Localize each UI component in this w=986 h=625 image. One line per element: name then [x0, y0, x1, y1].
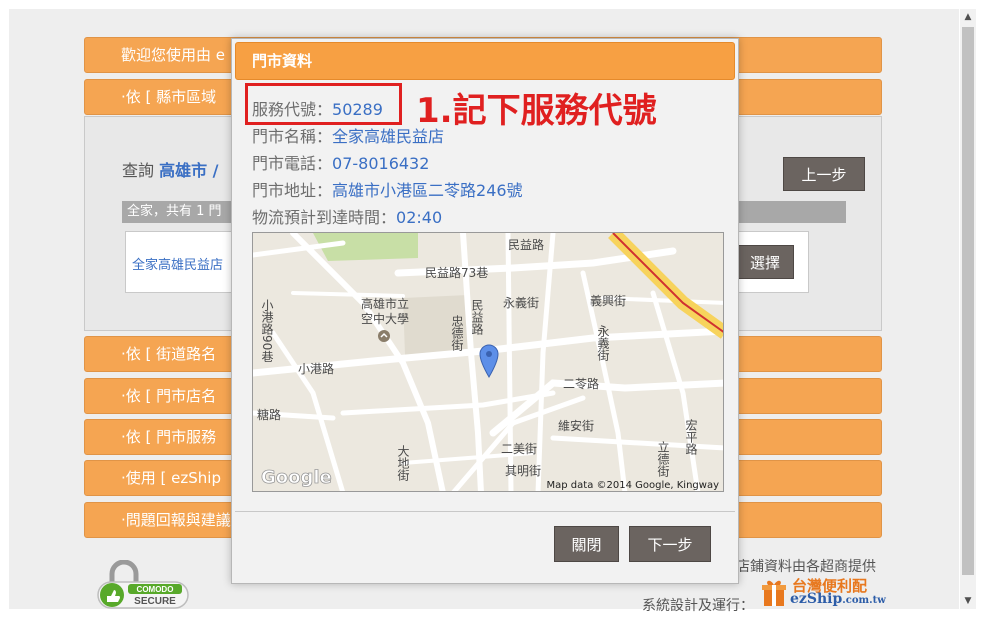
scroll-up-arrow-icon[interactable]: ▲	[960, 9, 976, 25]
map-label-yixing: 義興街	[590, 293, 626, 308]
store-address-label: 門市地址：	[252, 181, 333, 200]
store-phone-value: 07-8016432	[332, 154, 430, 173]
map-canvas[interactable]: 民益路73巷 民益路 高雄市立 空中大學 永義街 義興街 小港路 二苓路 維安街…	[253, 233, 724, 492]
store-phone-line: 門市電話：07-8016432	[252, 150, 429, 174]
map-label-zhongde: 忠德街	[450, 315, 464, 351]
footer-design-text: 系統設計及運行：	[642, 598, 754, 614]
service-code-highlight-box	[245, 83, 402, 125]
map-label-q-mei: 二美街	[501, 442, 537, 456]
map-label-qiming: 其明街	[505, 464, 541, 478]
ezship-logo-text: ezShip.com.tw	[790, 591, 886, 607]
store-address-value: 高雄市小港區二苓路246號	[332, 181, 523, 200]
store-name-label: 門市名稱：	[252, 127, 333, 146]
scroll-down-arrow-icon[interactable]: ▼	[960, 593, 976, 609]
service-code-annotation: 1.記下服務代號	[416, 91, 657, 131]
prev-step-button[interactable]: 上一步	[783, 157, 865, 191]
query-text: 查詢	[122, 161, 155, 180]
eta-label: 物流預計到達時間：	[252, 208, 397, 227]
store-result-link[interactable]: 全家高雄民益店	[132, 254, 223, 273]
query-city[interactable]: 高雄市 /	[159, 161, 218, 180]
google-logo[interactable]: Google	[261, 467, 333, 489]
store-location-map[interactable]: 民益路73巷 民益路 高雄市立 空中大學 永義街 義興街 小港路 二苓路 維安街…	[252, 232, 724, 492]
map-label-hongping: 宏平路	[684, 418, 698, 456]
next-step-button[interactable]: 下一步	[629, 526, 711, 562]
map-label-tang-road: 糖路	[257, 407, 281, 422]
comodo-bottom-text: SECURE	[134, 596, 176, 607]
map-label-minyi-vert: 民益路	[470, 299, 484, 336]
store-address-line: 門市地址：高雄市小港區二苓路246號	[252, 177, 523, 201]
map-label-minyi73: 民益路73巷	[425, 265, 488, 280]
map-label-yongyi: 永義街	[503, 295, 539, 310]
map-label-lixi: 立德街	[656, 440, 670, 477]
map-label-lane-90: 小港路90巷	[260, 299, 274, 363]
ezship-logo-domain: .com.tw	[842, 595, 886, 606]
vertical-scrollbar[interactable]: ▲ ▼	[960, 9, 976, 609]
map-label-yongyi-vert: 永義街	[596, 325, 610, 361]
store-info-dialog: 門市資料 服務代號：50289 門市名稱：全家高雄民益店 門市電話：07-801…	[231, 38, 739, 584]
comodo-top-text: COMODO	[137, 585, 174, 594]
school-marker-icon	[378, 330, 390, 342]
dialog-title: 門市資料	[235, 42, 735, 80]
store-phone-label: 門市電話：	[252, 154, 333, 173]
gift-box-icon	[762, 580, 786, 606]
eta-line: 物流預計到達時間：02:40	[252, 204, 442, 228]
map-label-xiaogang: 小港路	[298, 361, 334, 376]
dialog-divider	[235, 511, 735, 512]
footer-provider-text: 店鋪資料由各超商提供	[736, 559, 876, 575]
scroll-thumb[interactable]	[962, 27, 974, 575]
eta-value: 02:40	[396, 208, 443, 227]
map-label-weian: 維安街	[558, 418, 594, 433]
map-label-school-line2: 空中大學	[361, 311, 409, 326]
close-button[interactable]: 關閉	[554, 526, 619, 562]
choose-button[interactable]: 選擇	[736, 245, 794, 279]
map-label-erling: 二苓路	[563, 376, 599, 391]
ezship-logo-name: ezShip	[790, 591, 843, 607]
map-label-school-line1: 高雄市立	[361, 296, 409, 311]
map-label-dadi: 大地街	[396, 445, 410, 481]
comodo-secure-badge: COMODO SECURE	[97, 560, 189, 609]
map-attribution[interactable]: Map data ©2014 Google, Kingway	[547, 480, 720, 491]
query-label: 查詢 高雄市 /	[122, 157, 219, 181]
map-label-minyi-road: 民益路	[508, 237, 544, 252]
